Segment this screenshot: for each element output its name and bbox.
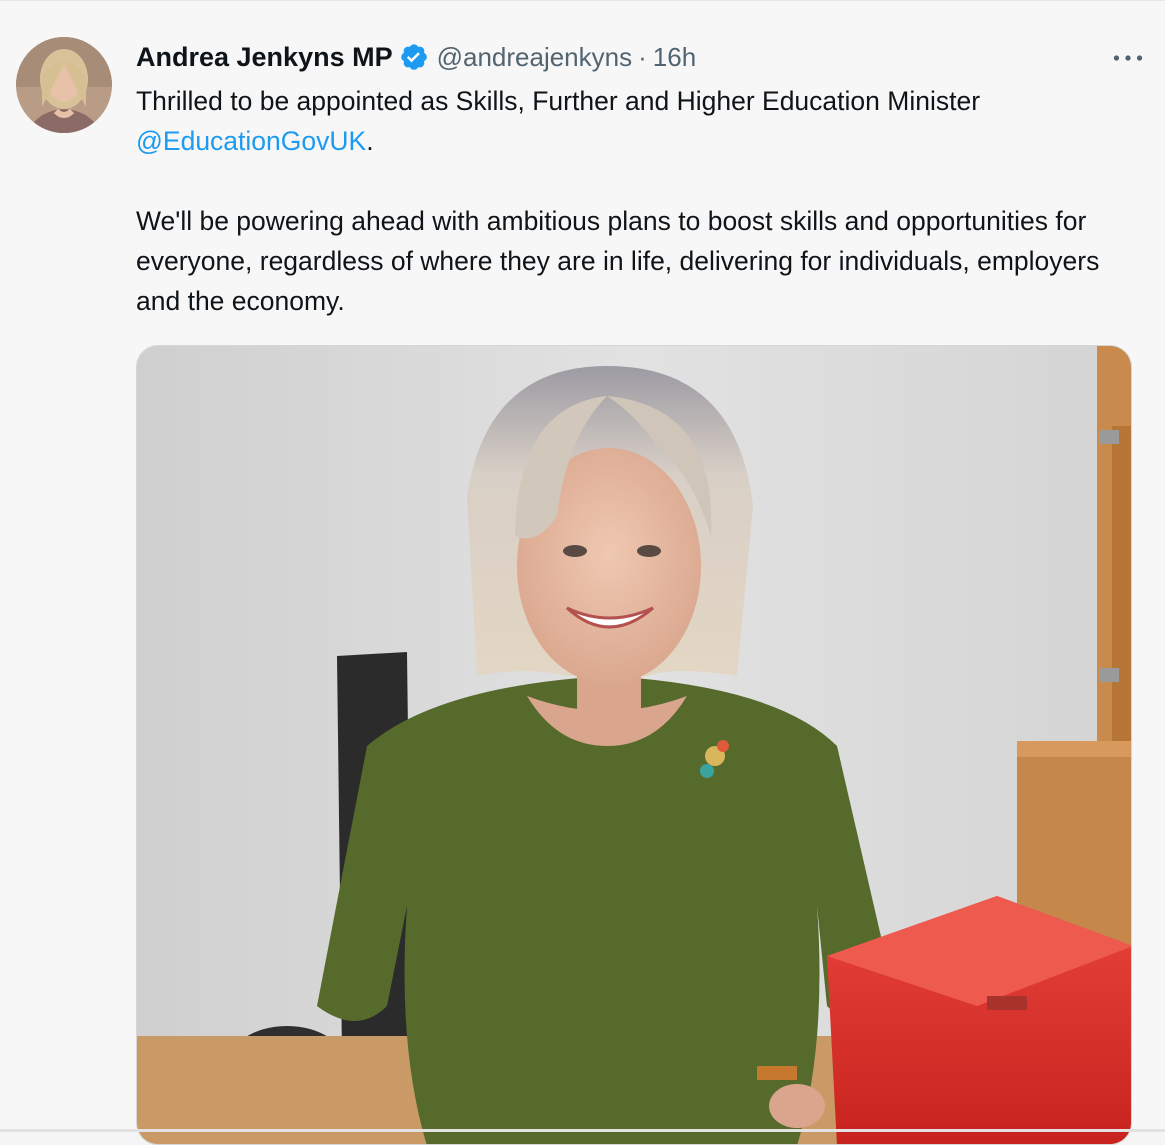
tweet-timestamp[interactable]: 16h <box>653 42 696 73</box>
author-handle[interactable]: @andreajenkyns <box>437 42 633 73</box>
tweet-header: Andrea Jenkyns MP @andreajenkyns · 16h <box>136 39 696 75</box>
more-horizontal-icon <box>1113 55 1143 61</box>
tweet-paragraph-2: We'll be powering ahead with ambitious p… <box>136 206 1100 316</box>
tweet-photo-image <box>137 346 1131 1144</box>
tweet-text-line1-suffix: . <box>366 126 374 156</box>
tweet-card[interactable]: Andrea Jenkyns MP @andreajenkyns · 16h T… <box>0 0 1165 1145</box>
tweet-paragraph-1: Thrilled to be appointed as Skills, Furt… <box>136 81 1136 161</box>
header-separator: · <box>638 41 647 72</box>
tweet-photo[interactable] <box>136 345 1132 1145</box>
profile-photo-icon <box>16 37 112 133</box>
more-options-button[interactable] <box>1110 43 1146 73</box>
verified-badge-icon <box>399 42 429 72</box>
author-display-name[interactable]: Andrea Jenkyns MP <box>136 42 393 73</box>
author-avatar[interactable] <box>16 37 112 133</box>
tweet-text-line1-prefix: Thrilled to be appointed as Skills, Furt… <box>136 86 981 116</box>
mention-link[interactable]: @EducationGovUK <box>136 126 366 156</box>
tweet-text: Thrilled to be appointed as Skills, Furt… <box>136 81 1136 321</box>
